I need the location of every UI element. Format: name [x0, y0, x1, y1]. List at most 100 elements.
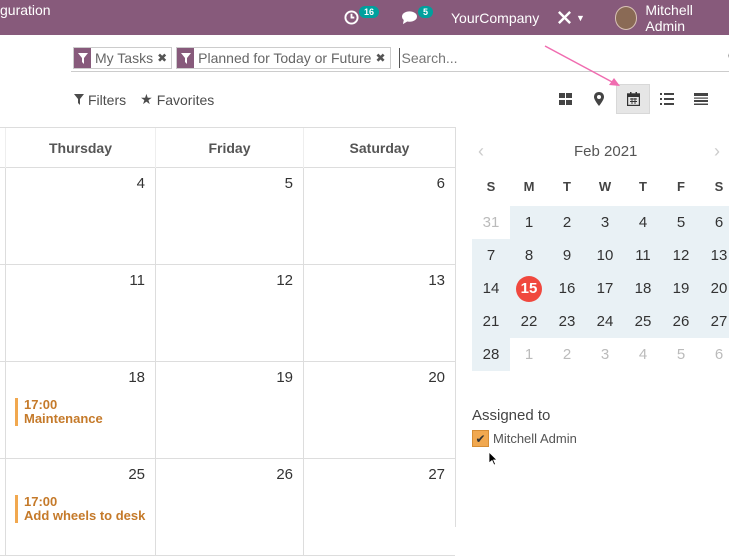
mini-calendar-day[interactable]: 1 — [510, 206, 548, 239]
filters-label: Filters — [88, 92, 126, 108]
mini-weekday: W — [586, 179, 624, 194]
attendee-filter-mitchell[interactable]: ✔ Mitchell Admin — [472, 430, 577, 447]
calendar-day-cell[interactable]: 13 — [303, 265, 455, 362]
filter-icon — [74, 48, 91, 68]
mini-calendar-day[interactable]: 14 — [472, 272, 510, 305]
list-icon — [660, 93, 674, 105]
configuration-menu[interactable]: guration — [0, 2, 51, 18]
mini-calendar-day[interactable]: 2 — [548, 206, 586, 239]
day-number: 25 — [128, 466, 145, 483]
messages-button[interactable]: 5 — [401, 0, 437, 35]
top-navbar: guration 16 5 YourCompany ▼ Mitchell Adm… — [0, 0, 729, 35]
calendar-day-cell[interactable]: 19 — [155, 362, 303, 459]
calendar-day-cell[interactable]: 6 — [303, 168, 455, 265]
star-icon: ★ — [140, 91, 153, 108]
checkbox-checked-icon[interactable]: ✔ — [472, 430, 489, 447]
mini-calendar-title: Feb 2021 — [574, 143, 637, 160]
calendar-day-cell[interactable]: 25 17:00 Add wheels to desk — [5, 459, 155, 556]
mini-calendar-day[interactable]: 20 — [700, 272, 729, 305]
mini-calendar-day[interactable]: 19 — [662, 272, 700, 305]
mini-calendar-day[interactable]: 6 — [700, 338, 729, 371]
search-bar: My Tasks ✖ Planned for Today or Future ✖ — [71, 45, 729, 72]
mini-weekday: T — [548, 179, 586, 194]
day-number: 13 — [428, 272, 445, 289]
mini-calendar-day[interactable]: 18 — [624, 272, 662, 305]
mini-calendar-day[interactable]: 4 — [624, 338, 662, 371]
debug-menu[interactable]: ▼ — [557, 0, 585, 35]
company-switcher[interactable]: YourCompany — [451, 0, 539, 35]
day-number: 20 — [428, 369, 445, 386]
mini-calendar-day[interactable]: 31 — [472, 206, 510, 239]
next-month-icon[interactable]: › — [714, 141, 720, 162]
list-view-button[interactable] — [650, 84, 684, 114]
mini-calendar-day[interactable]: 23 — [548, 305, 586, 338]
mini-calendar-day[interactable]: 27 — [700, 305, 729, 338]
mini-calendar-day[interactable]: 7 — [472, 239, 510, 272]
mini-calendar-day[interactable]: 5 — [662, 338, 700, 371]
mini-calendar-day[interactable]: 10 — [586, 239, 624, 272]
search-options: Filters ★ Favorites — [74, 91, 214, 108]
user-name: Mitchell Admin — [645, 2, 729, 34]
calendar-day-cell[interactable]: 18 17:00 Maintenance — [5, 362, 155, 459]
calendar-event[interactable]: 17:00 Maintenance — [15, 398, 103, 426]
day-number: 26 — [276, 466, 293, 483]
calendar-event[interactable]: 17:00 Add wheels to desk — [15, 495, 145, 523]
mini-calendar-day[interactable]: 11 — [624, 239, 662, 272]
weekday-header: Saturday — [303, 128, 455, 168]
prev-month-icon[interactable]: ‹ — [478, 141, 484, 162]
mini-calendar-day[interactable]: 2 — [548, 338, 586, 371]
mini-calendar-day[interactable]: 21 — [472, 305, 510, 338]
mini-calendar-day[interactable]: 15 — [510, 272, 548, 305]
calendar-day-cell[interactable]: 5 — [155, 168, 303, 265]
mini-calendar-day[interactable]: 25 — [624, 305, 662, 338]
calendar-day-cell[interactable]: 20 — [303, 362, 455, 459]
calendar-day-cell[interactable]: 12 — [155, 265, 303, 362]
day-number: 27 — [428, 466, 445, 483]
mini-calendar-day[interactable]: 9 — [548, 239, 586, 272]
facet-label: My Tasks — [91, 48, 157, 68]
calendar-day-cell[interactable]: 27 — [303, 459, 455, 556]
calendar-day-cell[interactable]: 26 — [155, 459, 303, 556]
event-title: Add wheels to desk — [24, 509, 145, 523]
activity-view-button[interactable] — [718, 84, 729, 114]
mini-calendar-day[interactable]: 5 — [662, 206, 700, 239]
avatar — [615, 6, 637, 30]
user-menu[interactable]: Mitchell Admin — [615, 0, 729, 35]
day-number: 6 — [437, 175, 445, 192]
mini-calendar-day[interactable]: 17 — [586, 272, 624, 305]
activity-button[interactable]: 16 — [344, 0, 383, 35]
remove-facet-icon[interactable]: ✖ — [157, 48, 171, 68]
mouse-cursor-icon — [489, 452, 499, 466]
mini-calendar-day[interactable]: 1 — [510, 338, 548, 371]
mini-calendar-day[interactable]: 8 — [510, 239, 548, 272]
facet-planned[interactable]: Planned for Today or Future ✖ — [176, 47, 390, 69]
mini-calendar-day[interactable]: 6 — [700, 206, 729, 239]
mini-calendar-day[interactable]: 13 — [700, 239, 729, 272]
mini-weekday: S — [700, 179, 729, 194]
kanban-view-button[interactable] — [548, 84, 582, 114]
filter-icon — [74, 94, 84, 105]
remove-facet-icon[interactable]: ✖ — [375, 48, 389, 68]
mini-calendar-day[interactable]: 22 — [510, 305, 548, 338]
mini-calendar-day[interactable]: 3 — [586, 206, 624, 239]
mini-calendar-day[interactable]: 24 — [586, 305, 624, 338]
filter-icon — [177, 48, 194, 68]
mini-calendar-day[interactable]: 12 — [662, 239, 700, 272]
map-view-button[interactable] — [582, 84, 616, 114]
calendar-day-cell[interactable]: 11 — [5, 265, 155, 362]
chat-icon — [401, 10, 418, 25]
favorites-button[interactable]: ★ Favorites — [140, 91, 214, 108]
filters-button[interactable]: Filters — [74, 91, 126, 108]
mini-calendar-day[interactable]: 4 — [624, 206, 662, 239]
today-marker: 15 — [516, 276, 542, 302]
gantt-view-button[interactable] — [684, 84, 718, 114]
calendar-view-button[interactable] — [616, 84, 650, 114]
mini-calendar-day[interactable]: 26 — [662, 305, 700, 338]
day-number: 19 — [276, 369, 293, 386]
calendar-day-cell[interactable]: 4 — [5, 168, 155, 265]
mini-calendar-day[interactable]: 3 — [586, 338, 624, 371]
search-input[interactable] — [399, 48, 699, 68]
facet-my-tasks[interactable]: My Tasks ✖ — [73, 47, 172, 69]
mini-calendar-day[interactable]: 16 — [548, 272, 586, 305]
mini-calendar-day[interactable]: 28 — [472, 338, 510, 371]
